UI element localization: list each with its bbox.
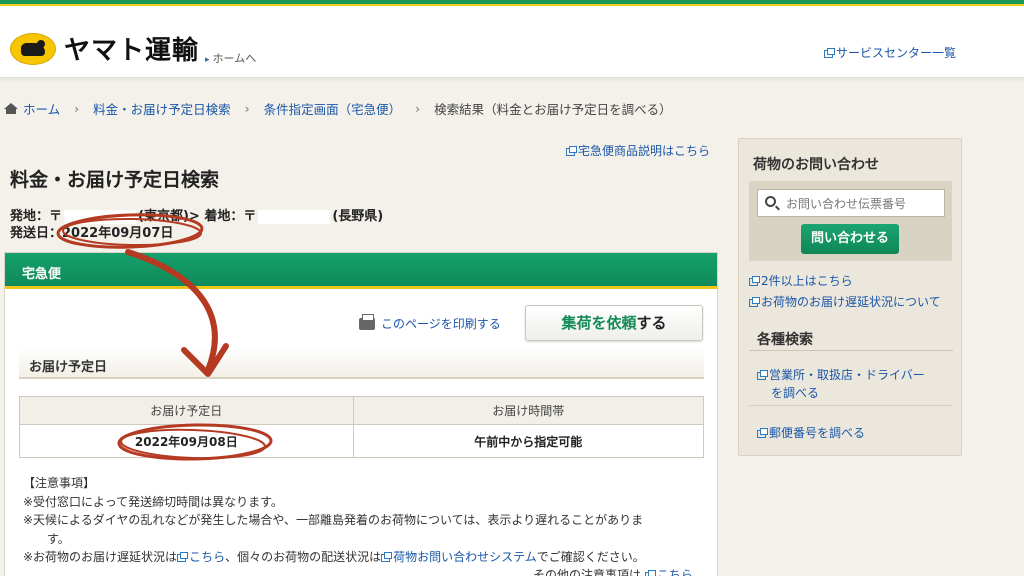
destination-prefecture: (長野県) [332,209,384,224]
tracking-system-link[interactable]: 荷物お問い合わせシステム [381,550,537,564]
delivery-time-value: 午前中から指定可能 [352,424,705,458]
tracking-number-input[interactable]: お問い合わせ伝票番号 [757,189,945,217]
external-link-icon [177,551,189,562]
external-link-icon [749,296,760,307]
postal-code-label: 郵便番号を調べる [769,426,866,440]
product-info-link[interactable]: 宅急便商品説明はこちら [566,142,710,159]
more-notes: その他の注意事項は こちら [533,566,693,576]
note-item: ※お荷物のお届け遅延状況は こちら、個々のお荷物の配送状況は 荷物お問い合わせシステ… [23,548,703,567]
note-text: 、個々のお荷物の配送状況は [225,550,382,564]
home-link-label: ホームへ [212,52,257,65]
office-search-link[interactable]: 営業所・取扱店・ドライバー を調べる [757,366,925,402]
delay-status-sidebar-link[interactable]: お荷物のお届け遅延状況について [749,293,941,310]
yamato-logo[interactable]: ヤマト運輸 [10,30,199,67]
external-link-icon [381,551,393,562]
external-link-icon [823,47,835,58]
delivery-table: お届け予定日 お届け時間帯 2022年09月08日 午前中から指定可能 [19,396,705,458]
external-link-icon [644,569,656,576]
request-pickup-button[interactable]: 集荷を依頼する [525,305,703,341]
search-section-title: 各種検索 [757,332,813,348]
arrow-right-icon: ▸ [205,55,210,65]
delay-status-link-label: こちら [189,550,226,564]
product-info-label: 宅急便商品説明はこちら [578,144,711,158]
ship-date-line: 発送日：2022年09月07日 [10,222,173,241]
breadcrumb-rate-search[interactable]: 料金・お届け予定日検索 [93,99,231,118]
divider [749,405,953,406]
external-link-icon [757,427,768,438]
ship-date-label: 発送日： [10,226,63,241]
card-header: 宅急便 [5,253,717,289]
multiple-tracking-label: 2件以上はこちら [761,274,853,288]
note-text: ※お荷物のお届け遅延状況は [23,550,178,564]
chevron-right-icon: › [415,101,421,116]
page-title: 料金・お届け予定日検索 [10,169,220,191]
redacted-destination-zip [258,209,331,224]
delay-status-link[interactable]: こちら [177,550,225,564]
more-notes-link[interactable]: こちら [644,568,693,576]
pickup-button-suffix: する [636,314,667,332]
ship-date-value: 2022年09月07日 [62,226,174,241]
black-cat-logo-icon [10,32,56,65]
home-icon [4,103,18,114]
home-link[interactable]: ▸ ホームへ [205,50,256,66]
printer-icon [359,313,375,330]
search-icon [765,196,776,207]
service-center-link[interactable]: サービスセンター一覧 [823,44,956,61]
chevron-right-icon: › [74,101,80,116]
print-page-label: このページを印刷する [381,317,501,331]
external-link-icon [757,369,768,380]
breadcrumb-conditions[interactable]: 条件指定画面（宅急便） [264,99,402,118]
notes-title: 【注意事項】 [23,476,96,490]
print-page-link[interactable]: このページを印刷する [359,313,501,332]
col-delivery-time: お届け時間帯 [352,396,705,425]
office-search-label: 営業所・取扱店・ドライバー [769,368,925,382]
table-row: 2022年09月08日 午前中から指定可能 [19,424,705,458]
tracking-title: 荷物のお問い合わせ [753,157,879,173]
breadcrumb: ホーム › 料金・お届け予定日検索 › 条件指定画面（宅急便） › 検索結果（料… [4,99,672,118]
col-delivery-date: お届け予定日 [19,396,354,425]
sidebar: 荷物のお問い合わせ お問い合わせ伝票番号 問い合わせる 2件以上はこちら お荷物… [738,138,962,456]
external-link-icon [566,145,577,156]
notes-section: 【注意事項】 ※受付窓口によって発送締切時間は異なります。 ※天候によるダイヤの… [23,474,703,567]
multiple-tracking-link[interactable]: 2件以上はこちら [749,272,853,289]
destination-label: > 着地：〒 [188,209,257,224]
breadcrumb-home[interactable]: ホーム [23,99,60,118]
delivery-date-value: 2022年09月08日 [19,424,354,458]
pickup-button-highlight: 集荷を依頼 [561,314,637,332]
site-header: ヤマト運輸 ▸ ホームへ サービスセンター一覧 [0,6,1024,78]
note-item-continued: す。 [47,531,70,546]
external-link-icon [749,275,760,286]
delay-status-sidebar-label: お荷物のお届け遅延状況について [761,295,941,309]
office-search-label-cont: を調べる [771,386,820,400]
takkyubin-result-card: 宅急便 このページを印刷する 集荷を依頼する お届け予定日 お届け予定日 お届け… [4,252,718,576]
postal-code-link[interactable]: 郵便番号を調べる [757,424,865,441]
more-notes-link-label: こちら [656,568,693,576]
brand-name: ヤマト運輸 [64,36,200,66]
more-notes-label: その他の注意事項は [533,568,642,576]
inquire-button[interactable]: 問い合わせる [801,224,899,254]
table-header-row: お届け予定日 お届け時間帯 [19,396,705,425]
tracking-form: お問い合わせ伝票番号 問い合わせる [749,181,952,261]
tracking-number-placeholder: お問い合わせ伝票番号 [786,197,907,211]
service-center-label: サービスセンター一覧 [835,46,956,60]
tracking-system-link-label: 荷物お問い合わせシステム [393,550,537,564]
chevron-right-icon: › [244,101,250,116]
breadcrumb-current: 検索結果（料金とお届け予定日を調べる） [434,102,672,117]
divider [749,350,953,351]
note-item: ※受付窓口によって発送締切時間は異なります。 [23,494,283,509]
note-item: ※天候によるダイヤの乱れなどが発生した場合や、一部離島発着のお荷物については、表… [23,513,644,527]
delivery-date-section-title: お届け予定日 [19,347,704,379]
note-text: でご確認ください。 [536,550,645,564]
